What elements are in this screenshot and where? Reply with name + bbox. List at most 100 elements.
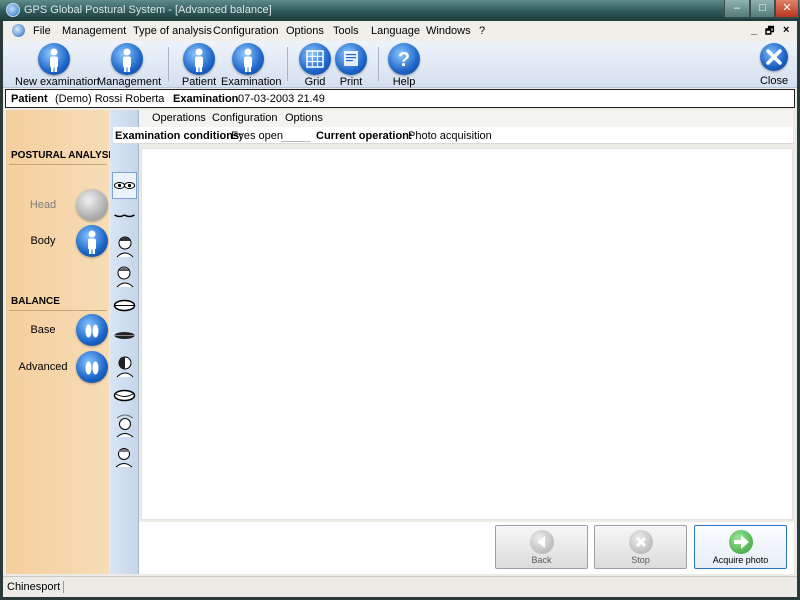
main-window: File Management Type of analysis Configu… [3,21,797,597]
menu-options[interactable]: Options [286,25,324,37]
menu-windows[interactable]: Windows [426,25,471,37]
stop-label: Stop [631,555,650,565]
menu-tools[interactable]: Tools [333,25,359,37]
body-label[interactable]: Body [13,235,73,247]
title-bar: GPS Global Postural System - [Advanced b… [0,0,800,21]
close-button[interactable]: Close [757,43,791,87]
mouth-open-icon[interactable] [112,292,137,319]
acquire-photo-button[interactable]: Acquire photo [694,525,787,569]
mdi-minimize-button[interactable]: _ [751,24,757,36]
section-divider [9,310,107,311]
balance-title: BALANCE [11,296,60,307]
head-label: Head [29,199,57,211]
app-icon [6,3,20,17]
maximize-button[interactable]: □ [750,0,775,18]
print-button[interactable]: Print [334,43,368,88]
menu-configuration[interactable]: Configuration [213,25,278,37]
examination-label: Examination [173,93,239,105]
analysis-panel: POSTURAL ANALYSIS Head Body BALANCE Base… [6,110,118,574]
close-window-button[interactable]: ✕ [775,0,799,18]
conditions-bar: Examination conditions: Eyes open Curren… [113,127,793,144]
head-tilt-icon[interactable] [112,352,137,379]
current-operation-label: Current operation: [316,130,413,142]
base-label[interactable]: Base [13,324,73,336]
patient-info-bar: Patient (Demo) Rossi Roberta Examination… [5,89,795,108]
feet-icon[interactable] [76,314,108,346]
question-icon: ? [388,43,420,75]
company-status: Chinesport [7,581,65,593]
back-button[interactable]: Back [495,525,588,569]
person-icon [38,43,70,75]
patient-label: Patient [11,93,48,105]
menu-language[interactable]: Language [371,25,420,37]
section-divider [9,164,107,165]
divider [281,141,311,142]
toolbar-separator [287,47,288,81]
head-side-icon[interactable] [112,262,137,289]
print-label: Print [339,76,363,88]
menu-file[interactable]: File [33,25,51,37]
help-label: Help [392,76,416,88]
print-icon [335,43,367,75]
grid-button[interactable]: Grid [298,43,332,88]
close-icon [760,43,788,71]
grid-label: Grid [304,76,326,88]
submenu-options[interactable]: Options [285,112,323,124]
exam-conditions-label: Examination conditions: [115,130,243,142]
head-rotate-icon[interactable] [112,412,137,439]
mouth-smile-icon[interactable] [112,382,137,409]
feet-icon[interactable] [76,351,108,383]
window-title: GPS Global Postural System - [Advanced b… [24,4,272,16]
eyes-open-icon[interactable] [112,172,137,199]
examination-button[interactable]: Examination [221,43,282,88]
back-arrow-icon [529,530,554,554]
advanced-label[interactable]: Advanced [13,361,73,373]
head-icon [76,189,108,221]
back-label: Back [531,555,552,565]
examination-date: 07-03-2003 21.49 [238,93,325,105]
menu-bar: File Management Type of analysis Configu… [3,21,797,41]
document-icon[interactable] [12,24,25,37]
forward-arrow-icon [728,530,753,554]
person-icon [111,43,143,75]
patient-button[interactable]: Patient [180,43,218,88]
head-profile-icon[interactable] [112,232,137,259]
examination-label: Examination [221,76,282,88]
status-bar: Chinesport [3,576,797,597]
minimize-button[interactable]: – [724,0,750,18]
new-examination-button[interactable]: New examination [15,43,100,88]
toolbar-separator [168,47,169,81]
submenu-configuration[interactable]: Configuration [212,112,277,124]
patient-name: (Demo) Rossi Roberta [55,93,165,105]
menu-help[interactable]: ? [479,25,485,37]
submenu-operations[interactable]: Operations [152,112,206,124]
grid-icon [299,43,331,75]
acquire-photo-label: Acquire photo [712,555,769,565]
photo-area[interactable] [141,148,793,520]
exam-conditions-value: Eyes open [231,130,283,142]
current-operation-value: Photo acquisition [408,130,492,142]
close-label: Close [759,75,789,87]
eyes-closed-icon[interactable] [112,202,137,229]
stop-icon [628,530,653,554]
mdi-close-button[interactable]: × [783,24,789,36]
mouth-closed-icon[interactable] [112,322,137,349]
menu-management[interactable]: Management [62,25,126,37]
stop-button[interactable]: Stop [594,525,687,569]
management-label: Management [97,76,162,88]
postural-analysis-title: POSTURAL ANALYSIS [11,150,118,161]
view-icon-strip [110,110,139,574]
toolbar-separator [378,47,379,81]
mdi-restore-button[interactable]: 🗗 [765,24,774,41]
menu-type-of-analysis[interactable]: Type of analysis [133,25,212,37]
patient-icon [183,43,215,75]
patient-label: Patient [181,76,217,88]
body-icon[interactable] [76,225,108,257]
new-examination-label: New examination [15,76,100,88]
toolbar: New examination Management Patient Exami… [3,41,797,88]
management-button[interactable]: Management [97,43,162,88]
help-button[interactable]: ? Help [387,43,421,88]
examination-icon [232,43,264,75]
svg-text:?: ? [398,49,410,71]
head-forward-icon[interactable] [112,442,137,469]
